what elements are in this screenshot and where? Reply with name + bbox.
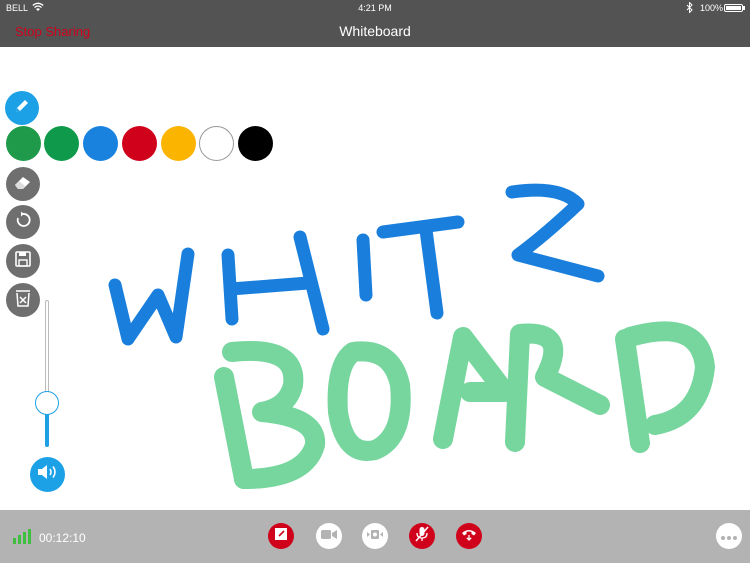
battery-icon <box>724 4 743 12</box>
stroke-w <box>108 247 195 346</box>
camera-button[interactable] <box>316 523 342 549</box>
stroke-o <box>327 341 411 461</box>
hangup-button[interactable] <box>456 523 482 549</box>
switch-camera-button[interactable] <box>362 523 388 549</box>
color-swatch-blue[interactable] <box>83 126 118 161</box>
mute-icon <box>415 526 429 547</box>
clock: 4:21 PM <box>358 3 392 13</box>
stroke-i <box>356 233 373 302</box>
stroke-a <box>433 327 515 449</box>
signal-strength-icon <box>13 529 31 549</box>
color-swatch-white[interactable] <box>199 126 234 161</box>
clear-tool-button[interactable] <box>6 283 40 317</box>
more-options-button[interactable] <box>716 523 742 549</box>
whiteboard-icon <box>274 527 288 546</box>
stroke-word-white <box>108 183 605 346</box>
stroke-b-stem <box>214 367 254 489</box>
call-duration: 00:12:10 <box>39 531 86 545</box>
more-icon <box>721 527 737 545</box>
drawing-layer <box>108 183 715 489</box>
camera-icon <box>321 527 337 545</box>
color-swatch-green[interactable] <box>6 126 41 161</box>
eraser-tool-button[interactable] <box>6 167 40 201</box>
color-swatch-black[interactable] <box>238 126 273 161</box>
clear-icon <box>15 289 31 312</box>
color-swatch-green-2[interactable] <box>44 126 79 161</box>
page-title: Whiteboard <box>339 23 411 39</box>
undo-icon <box>14 211 32 234</box>
stroke-word-board <box>214 321 715 489</box>
whiteboard-canvas[interactable] <box>0 47 750 510</box>
bluetooth-icon <box>686 1 693 15</box>
whiteboard-button[interactable] <box>268 523 294 549</box>
save-tool-button[interactable] <box>6 244 40 278</box>
nav-bar: Stop Sharing Whiteboard <box>0 15 750 47</box>
pencil-icon <box>13 97 31 120</box>
color-swatch-red[interactable] <box>122 126 157 161</box>
pencil-tool-button[interactable] <box>5 91 39 125</box>
stroke-d-stem <box>615 329 650 453</box>
stroke-r <box>505 323 610 452</box>
battery-tip <box>743 6 745 10</box>
eraser-icon <box>13 174 33 195</box>
color-swatch-yellow[interactable] <box>161 126 196 161</box>
stroke-h-bar <box>224 276 315 296</box>
battery-percent: 100% <box>700 3 724 13</box>
speaker-button[interactable] <box>30 457 65 492</box>
speaker-icon <box>37 463 59 486</box>
switch-camera-icon <box>367 527 383 545</box>
stroke-t-stem <box>419 223 444 320</box>
status-bar: BELL 4:21 PM 100% <box>0 0 750 15</box>
volume-slider-thumb[interactable] <box>35 390 59 415</box>
undo-tool-button[interactable] <box>6 205 40 239</box>
stroke-z <box>505 183 605 283</box>
call-control-bar: 00:12:10 <box>0 510 750 563</box>
save-icon <box>15 250 31 272</box>
hangup-icon <box>461 527 477 546</box>
mute-button[interactable] <box>409 523 435 549</box>
